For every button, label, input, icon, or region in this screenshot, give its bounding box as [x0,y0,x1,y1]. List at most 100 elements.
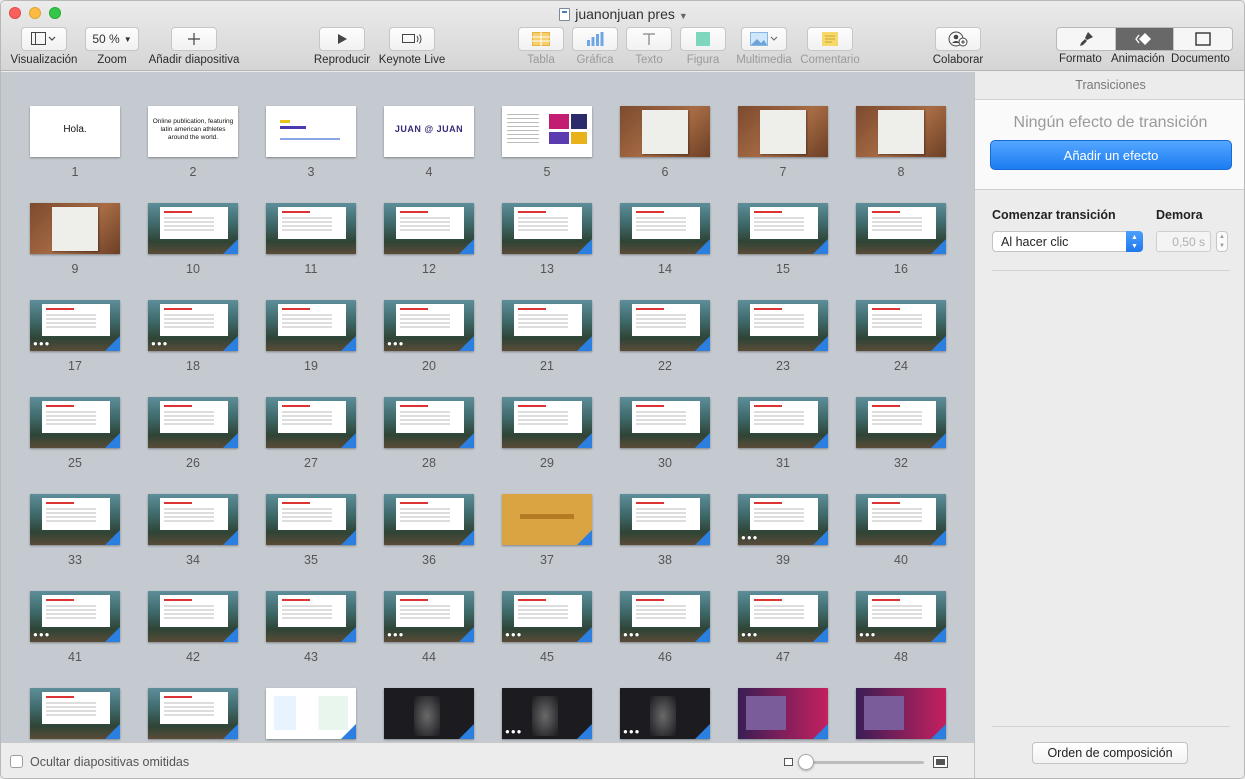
chart-tool[interactable]: Gráfica [572,27,618,66]
slide-thumbnail[interactable] [856,203,946,254]
slide-thumbnail[interactable] [502,494,592,545]
play-tool[interactable]: Reproducir [312,27,372,66]
slide-thumbnail[interactable] [148,494,238,545]
keynote-live-tool[interactable]: Keynote Live [377,27,447,66]
shape-tool[interactable]: Figura [680,27,726,66]
animate-tab[interactable] [1115,28,1175,50]
comment-tool[interactable]: Comentario [799,27,861,66]
collaborate-button[interactable] [935,27,981,51]
delay-input[interactable]: 0,50 s [1156,231,1211,252]
slide-thumbnail[interactable] [738,300,828,351]
slide-thumbnail[interactable] [738,688,828,739]
slide-thumbnail[interactable]: ●●● [30,591,120,642]
slide-thumbnail[interactable] [620,494,710,545]
slide-thumbnail[interactable]: ●●● [620,591,710,642]
document-tab[interactable] [1174,28,1232,50]
slide-thumbnail[interactable]: JUAN @ JUAN [384,106,474,157]
view-button[interactable] [21,27,67,51]
slide-thumbnail[interactable] [266,106,356,157]
slide-thumbnail[interactable] [30,203,120,254]
collaborate-tool[interactable]: Colaborar [931,27,985,66]
text-tool[interactable]: Texto [626,27,672,66]
slide-sorter[interactable]: Hola. 1 Online publication, featuring lati… [1,72,974,742]
slide-thumbnail[interactable] [30,397,120,448]
slide-thumbnail[interactable] [266,300,356,351]
slide-thumbnail[interactable] [148,591,238,642]
slide-thumbnail[interactable] [738,397,828,448]
slide-thumbnail[interactable] [384,494,474,545]
start-transition-select[interactable]: Al hacer clic ▲ ▼ [992,231,1143,252]
document-panel-icon [1195,32,1211,46]
keynote-live-button[interactable] [389,27,435,51]
transition-marker-icon [695,433,710,448]
slide-thumbnail[interactable] [148,203,238,254]
slide-thumbnail[interactable] [502,106,592,157]
hide-skipped-checkbox[interactable] [10,755,23,768]
slide-thumbnail[interactable] [502,397,592,448]
slide-thumbnail[interactable] [148,688,238,739]
slide-thumbnail[interactable] [856,106,946,157]
slide-thumbnail[interactable]: ●●● [502,591,592,642]
slide-thumbnail[interactable]: ●●● [502,688,592,739]
document-title[interactable]: juanonjuan pres ▼ [1,6,1244,22]
build-indicator-icon: ●●● [387,339,405,348]
slide-thumbnail[interactable]: ●●● [384,591,474,642]
delay-stepper[interactable]: ▲ ▼ [1216,231,1228,252]
zoom-tool[interactable]: 50 % ▼ Zoom [85,27,139,66]
slide-thumbnail[interactable]: ●●● [856,591,946,642]
start-transition-label: Comenzar transición [992,208,1116,222]
slide-thumbnail[interactable]: ●●● [738,591,828,642]
add-slide-tool[interactable]: Añadir diapositiva [144,27,244,66]
thumbnail-size-slider-knob[interactable] [798,754,814,770]
comment-button[interactable] [807,27,853,51]
slide-thumbnail[interactable] [384,397,474,448]
play-button[interactable] [319,27,365,51]
chart-button[interactable] [572,27,618,51]
slide-thumbnail[interactable] [266,688,356,739]
chevron-down-icon: ▼ [678,11,688,21]
slide-thumbnail[interactable]: Online publication, featuring latin amer… [148,106,238,157]
slide-thumbnail[interactable]: ●●● [620,688,710,739]
slide-thumbnail[interactable] [856,688,946,739]
format-tab[interactable] [1057,28,1116,50]
text-button[interactable] [626,27,672,51]
hide-skipped-label[interactable]: Ocultar diapositivas omitidas [30,755,189,769]
slide-thumbnail[interactable] [738,203,828,254]
slide-thumbnail[interactable] [620,203,710,254]
table-tool[interactable]: Tabla [518,27,564,66]
large-thumbnail-icon [933,756,948,768]
view-tool[interactable]: Visualización [9,27,79,66]
slide-thumbnail[interactable] [30,494,120,545]
slide-thumbnail[interactable] [266,494,356,545]
slide-thumbnail[interactable] [620,397,710,448]
media-button[interactable] [741,27,787,51]
slide-thumbnail[interactable] [620,106,710,157]
slide-thumbnail[interactable]: Hola. [30,106,120,157]
slide-thumbnail[interactable] [856,397,946,448]
slide-thumbnail[interactable]: ●●● [30,300,120,351]
add-slide-button[interactable] [171,27,217,51]
slide-thumbnail[interactable] [266,591,356,642]
slide-thumbnail[interactable]: ●●● [384,300,474,351]
slide-thumbnail[interactable] [502,203,592,254]
media-tool[interactable]: Multimedia [734,27,794,66]
thumbnail-size-slider[interactable] [804,761,924,764]
add-effect-button[interactable]: Añadir un efecto [990,140,1232,170]
zoom-select[interactable]: 50 % ▼ [85,27,139,51]
table-button[interactable] [518,27,564,51]
slide-thumbnail[interactable]: ●●● [738,494,828,545]
slide-thumbnail[interactable]: ●●● [148,300,238,351]
slide-thumbnail[interactable] [738,106,828,157]
slide-thumbnail[interactable] [148,397,238,448]
composition-order-button[interactable]: Orden de composición [1032,742,1188,764]
slide-thumbnail[interactable] [384,688,474,739]
slide-thumbnail[interactable] [30,688,120,739]
slide-thumbnail[interactable] [502,300,592,351]
slide-thumbnail[interactable] [384,203,474,254]
slide-thumbnail[interactable] [620,300,710,351]
shape-button[interactable] [680,27,726,51]
slide-thumbnail[interactable] [266,397,356,448]
slide-thumbnail[interactable] [856,494,946,545]
slide-thumbnail[interactable] [266,203,356,254]
slide-thumbnail[interactable] [856,300,946,351]
